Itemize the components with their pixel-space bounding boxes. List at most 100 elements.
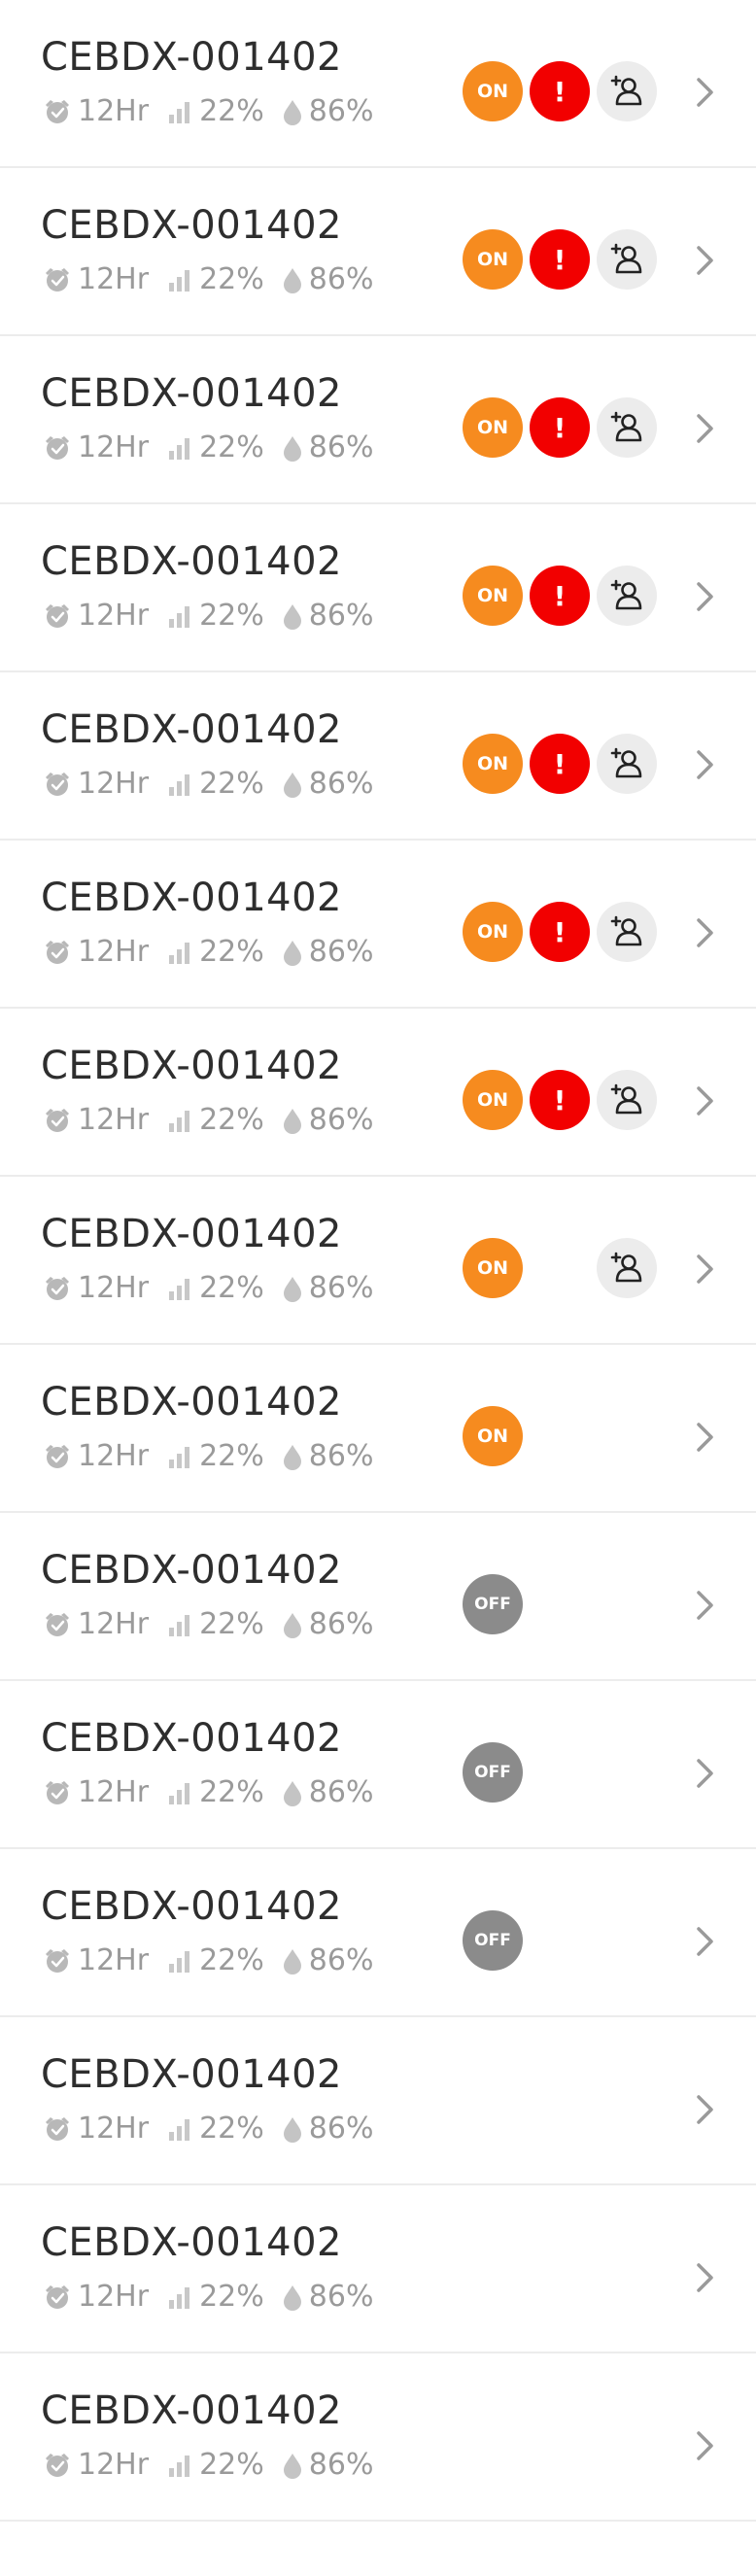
alarm-clock-icon [46, 603, 69, 628]
alarm-clock-icon [46, 99, 69, 123]
add-user-button[interactable] [597, 1070, 657, 1130]
signal-bars-icon [169, 269, 190, 292]
chevron-right-icon[interactable] [694, 916, 717, 949]
alert-badge[interactable]: ! [530, 1070, 590, 1130]
alert-badge[interactable]: ! [530, 734, 590, 794]
device-row[interactable]: CEBDX-001402 12Hr 22% [0, 841, 756, 1009]
timer-stat: 12Hr [43, 2448, 149, 2482]
power-status-badge[interactable]: ON [463, 1238, 523, 1298]
chevron-right-icon[interactable] [694, 2261, 717, 2294]
chevron-right-icon[interactable] [694, 244, 717, 277]
timer-value: 12Hr [78, 1439, 150, 1473]
signal-value: 22% [199, 1775, 264, 1809]
timer-value: 12Hr [78, 2448, 150, 2482]
alarm-clock-icon [46, 2453, 69, 2477]
power-status-badge[interactable]: ON [463, 229, 523, 290]
device-row[interactable]: CEBDX-001402 12Hr 22% [0, 2017, 756, 2185]
power-status-badge[interactable]: ON [463, 397, 523, 458]
humidity-stat: 86% [282, 1775, 373, 1809]
chevron-right-icon[interactable] [694, 1084, 717, 1117]
add-user-button[interactable] [597, 229, 657, 290]
chevron-right-icon[interactable] [694, 1253, 717, 1286]
humidity-value: 86% [308, 430, 374, 464]
device-name: CEBDX-001402 [41, 1380, 342, 1425]
humidity-stat: 86% [282, 2448, 373, 2482]
add-user-button[interactable] [597, 61, 657, 121]
device-row[interactable]: CEBDX-001402 12Hr 22% [0, 504, 756, 672]
signal-value: 22% [199, 1271, 264, 1305]
humidity-stat: 86% [282, 2280, 373, 2314]
power-status-badge[interactable]: OFF [463, 1910, 523, 1971]
device-row[interactable]: CEBDX-001402 12Hr 22% [0, 2353, 756, 2522]
device-meta: 12Hr 22% 86% [43, 262, 385, 296]
add-user-button[interactable] [597, 902, 657, 962]
device-meta: 12Hr 22% 86% [43, 2280, 385, 2314]
device-row[interactable]: CEBDX-001402 12Hr 22% [0, 1681, 756, 1849]
power-status-badge[interactable]: ON [463, 1070, 523, 1130]
add-user-button[interactable] [597, 1238, 657, 1298]
humidity-value: 86% [308, 1271, 374, 1305]
water-drop-icon [283, 1780, 301, 1806]
device-row[interactable]: CEBDX-001402 12Hr 22% [0, 1177, 756, 1345]
alert-badge[interactable]: ! [530, 61, 590, 121]
power-status-badge[interactable]: ON [463, 734, 523, 794]
device-meta: 12Hr 22% 86% [43, 94, 385, 128]
add-user-icon [610, 915, 642, 946]
alert-badge[interactable]: ! [530, 566, 590, 626]
device-row[interactable]: CEBDX-001402 12Hr 22% [0, 1345, 756, 1513]
chevron-right-icon[interactable] [694, 580, 717, 613]
device-meta: 12Hr 22% 86% [43, 935, 385, 969]
signal-stat: 22% [166, 94, 264, 128]
device-row[interactable]: CEBDX-001402 12Hr 22% [0, 336, 756, 504]
humidity-stat: 86% [282, 94, 373, 128]
chevron-right-icon[interactable] [694, 1925, 717, 1958]
timer-stat: 12Hr [43, 94, 149, 128]
device-name: CEBDX-001402 [41, 1212, 342, 1256]
device-row[interactable]: CEBDX-001402 12Hr 22% [0, 0, 756, 168]
power-status-badge[interactable]: ON [463, 566, 523, 626]
chevron-right-icon[interactable] [694, 412, 717, 445]
power-status-badge[interactable]: OFF [463, 1742, 523, 1803]
device-row[interactable]: CEBDX-001402 12Hr 22% [0, 2185, 756, 2353]
water-drop-icon [283, 772, 301, 798]
water-drop-icon [283, 2453, 301, 2479]
device-name: CEBDX-001402 [41, 1884, 342, 1929]
device-row[interactable]: CEBDX-001402 12Hr 22% [0, 168, 756, 336]
device-name: CEBDX-001402 [41, 2388, 342, 2433]
add-user-button[interactable] [597, 566, 657, 626]
signal-stat: 22% [166, 1775, 264, 1809]
timer-stat: 12Hr [43, 2280, 149, 2314]
power-status-badge[interactable]: ON [463, 902, 523, 962]
power-status-badge[interactable]: ON [463, 61, 523, 121]
power-status-badge[interactable]: OFF [463, 1574, 523, 1634]
alarm-clock-icon [46, 1780, 69, 1804]
chevron-right-icon[interactable] [694, 2093, 717, 2126]
device-name: CEBDX-001402 [41, 35, 342, 80]
add-user-button[interactable] [597, 397, 657, 458]
alert-badge[interactable]: ! [530, 397, 590, 458]
alert-badge[interactable]: ! [530, 229, 590, 290]
power-status-badge[interactable]: ON [463, 1406, 523, 1466]
device-row[interactable]: CEBDX-001402 12Hr 22% [0, 1513, 756, 1681]
device-row[interactable]: CEBDX-001402 12Hr 22% [0, 1009, 756, 1177]
chevron-right-icon[interactable] [694, 1757, 717, 1790]
chevron-right-icon[interactable] [694, 748, 717, 781]
device-row[interactable]: CEBDX-001402 12Hr 22% [0, 1849, 756, 2017]
humidity-value: 86% [308, 1943, 374, 1977]
signal-value: 22% [199, 767, 264, 801]
humidity-stat: 86% [282, 1607, 373, 1641]
signal-stat: 22% [166, 935, 264, 969]
chevron-right-icon[interactable] [694, 1589, 717, 1622]
signal-bars-icon [169, 1950, 190, 1973]
chevron-right-icon[interactable] [694, 1421, 717, 1454]
signal-value: 22% [199, 2280, 264, 2314]
alarm-clock-icon [46, 940, 69, 964]
chevron-right-icon[interactable] [694, 2429, 717, 2462]
add-user-button[interactable] [597, 734, 657, 794]
device-row[interactable]: CEBDX-001402 12Hr 22% [0, 672, 756, 841]
water-drop-icon [283, 1276, 301, 1302]
device-meta: 12Hr 22% 86% [43, 430, 385, 464]
chevron-right-icon[interactable] [694, 76, 717, 109]
device-meta: 12Hr 22% 86% [43, 2112, 385, 2146]
alert-badge[interactable]: ! [530, 902, 590, 962]
